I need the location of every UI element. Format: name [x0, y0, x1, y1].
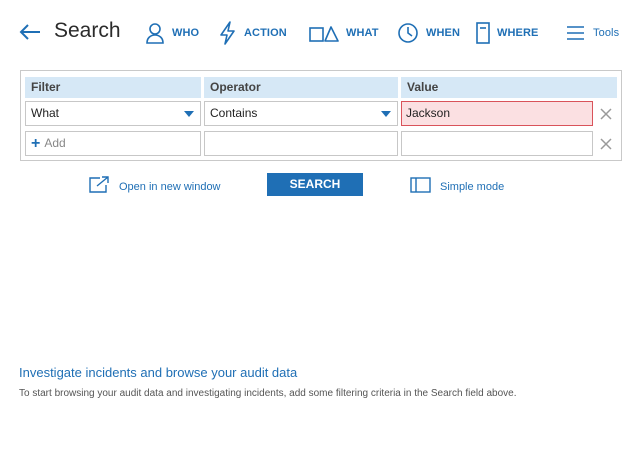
chevron-down-icon	[381, 111, 391, 117]
clock-icon	[397, 22, 419, 44]
filter-panel: Filter Operator Value What Contains Jack…	[20, 70, 622, 161]
search-button[interactable]: SEARCH	[267, 173, 363, 196]
chevron-down-icon	[184, 111, 194, 117]
external-window-icon	[88, 176, 110, 197]
nav-tools[interactable]: Tools	[566, 20, 619, 46]
simple-mode-label: Simple mode	[440, 180, 505, 193]
top-bar: Search WHO ACTION WHAT WHEN WHERE Tools	[0, 0, 640, 64]
lightning-icon	[219, 21, 237, 45]
nav-what[interactable]: WHAT	[309, 20, 379, 46]
nav-who-label: WHO	[172, 27, 200, 39]
menu-icon	[566, 24, 586, 42]
filter-select-value: What	[31, 106, 60, 120]
column-header-operator: Operator	[204, 77, 398, 98]
nav-where[interactable]: WHERE	[476, 20, 538, 46]
value-input[interactable]: Jackson	[401, 101, 593, 126]
back-arrow-icon[interactable]	[18, 22, 42, 42]
server-icon	[476, 22, 490, 44]
nav-action[interactable]: ACTION	[219, 20, 287, 46]
simple-mode-link[interactable]: Simple mode	[410, 177, 504, 196]
nav-what-label: WHAT	[346, 27, 379, 39]
column-header-value: Value	[401, 77, 617, 98]
clear-row-close-icon[interactable]	[599, 137, 613, 151]
open-new-window-label: Open in new window	[119, 180, 221, 193]
empty-value-field[interactable]	[401, 131, 593, 156]
add-filter-field[interactable]: + Add	[25, 131, 201, 156]
info-description: To start browsing your audit data and in…	[19, 388, 517, 399]
nav-action-label: ACTION	[244, 27, 287, 39]
add-filter-label: Add	[44, 136, 66, 150]
nav-when[interactable]: WHEN	[397, 20, 460, 46]
info-heading: Investigate incidents and browse your au…	[19, 365, 298, 380]
filter-select[interactable]: What	[25, 101, 201, 126]
plus-icon: +	[31, 134, 41, 152]
shapes-icon	[309, 23, 339, 43]
nav-where-label: WHERE	[497, 27, 539, 39]
operator-select-value: Contains	[210, 106, 258, 120]
window-icon	[410, 177, 432, 196]
page-title: Search	[54, 19, 121, 42]
operator-select[interactable]: Contains	[204, 101, 398, 126]
person-icon	[145, 22, 165, 44]
column-header-filter: Filter	[25, 77, 201, 98]
remove-row-close-icon[interactable]	[599, 107, 613, 121]
nav-who[interactable]: WHO	[145, 20, 199, 46]
open-new-window-link[interactable]: Open in new window	[88, 176, 221, 197]
nav-tools-label: Tools	[593, 27, 620, 39]
empty-operator-field[interactable]	[204, 131, 398, 156]
nav-when-label: WHEN	[426, 27, 461, 39]
